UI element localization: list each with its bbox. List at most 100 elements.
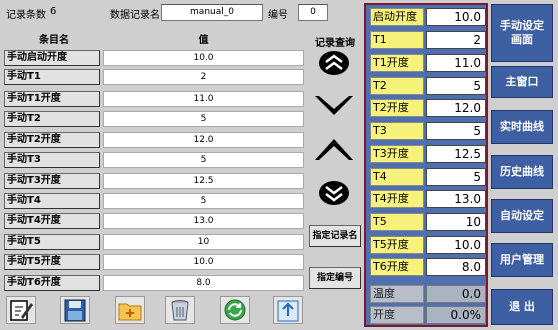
param-label: T5 xyxy=(370,213,424,231)
row-name: 手动T5开度 xyxy=(4,254,100,270)
new-folder-icon xyxy=(118,303,142,321)
param-row: T2开度 12.0 xyxy=(370,99,486,117)
assign-number-button[interactable]: 指定编号 xyxy=(309,267,361,289)
record-count-label: 记录条数 xyxy=(6,10,46,21)
row-value: 12.5 xyxy=(103,173,304,189)
assign-record-name-button[interactable]: 指定记录名 xyxy=(309,225,361,247)
param-value-field[interactable]: 10 xyxy=(426,213,486,231)
record-name-label: 数据记录名 xyxy=(110,10,160,21)
param-value-field[interactable]: 10.0 xyxy=(426,236,486,254)
param-value-field[interactable]: 13.0 xyxy=(426,190,486,208)
nav-realtime-curve[interactable]: 实时曲线 xyxy=(491,110,553,144)
row-name: 手动T3开度 xyxy=(4,173,100,189)
param-row: T3开度 12.5 xyxy=(370,145,486,163)
column-header-name: 条目名 xyxy=(39,35,69,46)
row-value: 8.0 xyxy=(103,275,304,291)
refresh-icon xyxy=(224,299,246,321)
param-row: T6开度 8.0 xyxy=(370,258,486,276)
temperature-value: 0.0 xyxy=(426,285,486,303)
number-field[interactable]: 0 xyxy=(298,4,328,21)
param-row: T4 5 xyxy=(370,168,486,186)
record-count-value: 6 xyxy=(50,6,57,17)
refresh-tool-button[interactable] xyxy=(220,296,250,324)
row-value: 5 xyxy=(103,111,304,127)
opening-value: 0.0% xyxy=(426,306,486,324)
param-row: T2 5 xyxy=(370,77,486,95)
table-row[interactable]: 手动T4开度 13.0 xyxy=(4,213,304,229)
table-row[interactable]: 手动T4 5 xyxy=(4,193,304,209)
previous-record-button[interactable] xyxy=(313,135,355,163)
row-name: 手动T5 xyxy=(4,234,100,250)
param-value-field[interactable]: 10.0 xyxy=(426,8,486,26)
table-row[interactable]: 手动T3 5 xyxy=(4,152,304,168)
param-label: T3 xyxy=(370,122,424,140)
query-title: 记录查询 xyxy=(315,38,355,49)
param-value-field[interactable]: 8.0 xyxy=(426,258,486,276)
table-row[interactable]: 手动启动开度 10.0 xyxy=(4,50,304,66)
save-tool-button[interactable] xyxy=(60,296,90,324)
row-name: 手动T4 xyxy=(4,193,100,209)
opening-row: 开度 0.0% xyxy=(370,306,486,324)
param-value-field[interactable]: 5 xyxy=(426,77,486,95)
export-tool-button[interactable] xyxy=(273,296,303,324)
param-value-field[interactable]: 12.0 xyxy=(426,99,486,117)
table-row[interactable]: 手动T2 5 xyxy=(4,111,304,127)
new-folder-tool-button[interactable] xyxy=(115,296,145,324)
table-row[interactable]: 手动T5开度 10.0 xyxy=(4,254,304,270)
param-value-field[interactable]: 11.0 xyxy=(426,54,486,72)
row-value: 13.0 xyxy=(103,213,304,229)
param-value-field[interactable]: 5 xyxy=(426,122,486,140)
record-name-field[interactable]: manual_0 xyxy=(161,4,263,21)
nav-manual-setting[interactable]: 手动设定画面 xyxy=(491,4,553,62)
first-record-button[interactable] xyxy=(313,50,355,76)
double-up-icon xyxy=(319,51,349,75)
upload-icon xyxy=(277,300,299,322)
param-label: T2 xyxy=(370,77,424,95)
param-row: T4开度 13.0 xyxy=(370,190,486,208)
edit-tool-button[interactable] xyxy=(6,296,36,324)
row-value: 12.0 xyxy=(103,132,304,148)
table-row[interactable]: 手动T1开度 11.0 xyxy=(4,91,304,107)
param-label: T1 xyxy=(370,31,424,49)
last-record-button[interactable] xyxy=(313,180,355,206)
next-record-button[interactable] xyxy=(313,93,355,119)
opening-label: 开度 xyxy=(370,306,424,324)
param-label: 启动开度 xyxy=(370,8,424,26)
double-down-icon xyxy=(319,181,349,205)
parameter-panel: 启动开度 10.0 T1 2 T1开度 11.0 T2 5 T2开度 12.0 T3 5 T… xyxy=(364,3,488,327)
row-name: 手动T2 xyxy=(4,111,100,127)
param-value-field[interactable]: 2 xyxy=(426,31,486,49)
nav-auto-setting[interactable]: 自动设定 xyxy=(491,199,553,233)
param-row: T5开度 10.0 xyxy=(370,236,486,254)
row-value: 11.0 xyxy=(103,91,304,107)
nav-user-management[interactable]: 用户管理 xyxy=(491,243,553,277)
recycle-bin-icon xyxy=(171,300,189,321)
nav-main-window[interactable]: 主窗口 xyxy=(491,66,553,98)
param-value-field[interactable]: 5 xyxy=(426,168,486,186)
table-row[interactable]: 手动T3开度 12.5 xyxy=(4,173,304,189)
table-row[interactable]: 手动T6开度 8.0 xyxy=(4,275,304,291)
row-name: 手动T1 xyxy=(4,69,100,85)
row-value: 10.0 xyxy=(103,50,304,66)
table-row[interactable]: 手动T2开度 12.0 xyxy=(4,132,304,148)
param-value-field[interactable]: 12.5 xyxy=(426,145,486,163)
param-row: T5 10 xyxy=(370,213,486,231)
row-name: 手动T2开度 xyxy=(4,132,100,148)
delete-tool-button[interactable] xyxy=(165,296,195,324)
row-name: 手动T3 xyxy=(4,152,100,168)
row-value: 5 xyxy=(103,152,304,168)
number-label: 编号 xyxy=(268,10,288,21)
row-value: 10.0 xyxy=(103,254,304,270)
nav-exit[interactable]: 退 出 xyxy=(491,289,553,325)
row-value: 2 xyxy=(103,69,304,85)
manual-setting-screen: 记录条数 6 数据记录名 manual_0 编号 0 条目名 值 手动启动开度 1… xyxy=(0,0,558,330)
param-label: T1开度 xyxy=(370,54,424,72)
row-name: 手动T1开度 xyxy=(4,91,100,107)
table-row[interactable]: 手动T5 10 xyxy=(4,234,304,250)
row-name: 手动T4开度 xyxy=(4,213,100,229)
nav-history-curve[interactable]: 历史曲线 xyxy=(491,155,553,189)
chevron-up-icon xyxy=(315,139,353,160)
param-label: T6开度 xyxy=(370,258,424,276)
edit-icon xyxy=(10,300,33,321)
table-row[interactable]: 手动T1 2 xyxy=(4,69,304,85)
